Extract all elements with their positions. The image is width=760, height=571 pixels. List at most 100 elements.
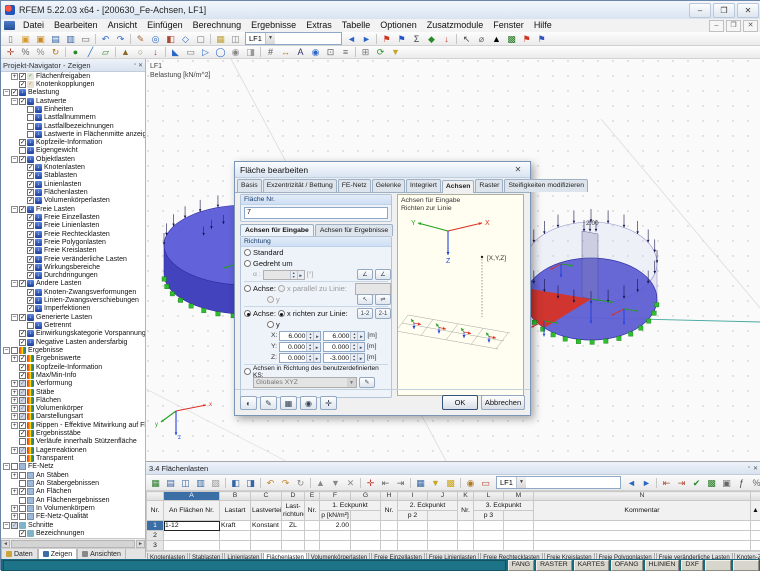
generate-icon[interactable]: ⟳ xyxy=(373,45,388,59)
table-grid-icon[interactable]: ▦ xyxy=(148,476,163,490)
node-load-icon[interactable]: ↓ xyxy=(148,45,163,59)
menu-ergebnisse[interactable]: Ergebnisse xyxy=(246,19,301,32)
comment-button[interactable]: ✎ xyxy=(260,396,277,410)
tree-checkbox[interactable] xyxy=(19,438,26,445)
tree-checkbox[interactable] xyxy=(11,347,18,354)
pin-row-icon[interactable]: ✛ xyxy=(363,476,378,490)
tree-expander-icon[interactable]: − xyxy=(3,522,10,529)
tree-expander-icon[interactable]: + xyxy=(11,405,18,412)
col-letter-G[interactable]: G xyxy=(351,492,381,501)
tree-checkbox[interactable] xyxy=(27,114,34,121)
tree-item[interactable]: An Flächenergebnissen xyxy=(1,496,145,504)
tree-item[interactable]: ✓↓Knotenlasten xyxy=(1,163,145,171)
tree-checkbox[interactable]: ✓ xyxy=(27,239,34,246)
menu-zusatzmodule[interactable]: Zusatzmodule xyxy=(422,19,489,32)
grid-cell[interactable] xyxy=(351,521,381,531)
navigator-toggle-icon[interactable]: ◫ xyxy=(228,32,243,46)
col-header-surfaces[interactable]: An Flächen Nr. xyxy=(164,501,220,521)
tree-item[interactable]: ✓✓Knotenkopplungen xyxy=(1,80,145,88)
tree-item[interactable]: ✓↓Negative Lasten andersfarbig xyxy=(1,338,145,346)
cancel-button[interactable]: Abbrechen xyxy=(481,395,525,410)
tree-checkbox[interactable] xyxy=(19,472,26,479)
col-letter-L[interactable]: L xyxy=(474,492,504,501)
tree-item[interactable]: ↓Lastfallbezeichnungen xyxy=(1,122,145,130)
tree-item[interactable]: ✓↓Knoten-Zwangsverformungen xyxy=(1,288,145,296)
col-letter-M[interactable]: M xyxy=(504,492,534,501)
sum-table-icon[interactable]: ƒ xyxy=(734,476,749,490)
menu-tabelle[interactable]: Tabelle xyxy=(337,19,376,32)
grid-cell[interactable] xyxy=(534,531,751,541)
tree-item[interactable]: ✓↓Einwirkungskategorie Vorspannung xyxy=(1,330,145,338)
close-icon[interactable]: ✕ xyxy=(753,465,758,472)
append-row-icon[interactable]: ⇥ xyxy=(393,476,408,490)
tree-item[interactable]: ✓↓Freie Linienlasten xyxy=(1,222,145,230)
measure-icon[interactable]: ⌀ xyxy=(474,32,489,46)
tree-checkbox[interactable]: ✓ xyxy=(19,314,26,321)
order-12-button[interactable]: 1-2 xyxy=(357,308,373,319)
tree-item[interactable]: +✓Rippen - Effektive Mitwirkung auf Fl xyxy=(1,421,145,429)
tree-checkbox[interactable]: ✓ xyxy=(19,339,26,346)
filter-table-icon[interactable]: ▼ xyxy=(428,476,443,490)
tree-checkbox[interactable] xyxy=(27,131,34,138)
tree-item[interactable]: ✓↓Freie Einzellasten xyxy=(1,213,145,221)
tree-item[interactable]: ↓Einheiten xyxy=(1,105,145,113)
col-left-icon[interactable]: ◧ xyxy=(228,476,243,490)
navigator-horizontal-scrollbar[interactable]: ◄ ► xyxy=(1,539,145,549)
grid-cell[interactable] xyxy=(474,531,504,541)
parallel-line-input[interactable] xyxy=(355,283,391,295)
tree-item[interactable]: −✓↓Objektlasten xyxy=(1,155,145,163)
tree-checkbox[interactable]: ✓ xyxy=(19,413,26,420)
tree-checkbox[interactable]: ✓ xyxy=(27,197,34,204)
tree-checkbox[interactable]: ✓ xyxy=(27,181,34,188)
tree-expander-icon[interactable]: + xyxy=(11,505,18,512)
col-letter-C[interactable]: C xyxy=(251,492,282,501)
tree-expander-icon[interactable]: + xyxy=(11,73,18,80)
block-icon[interactable]: ▭ xyxy=(183,45,198,59)
grid-cell[interactable] xyxy=(220,531,251,541)
row-number[interactable]: 1 xyxy=(147,521,164,531)
tree-checkbox[interactable] xyxy=(19,505,26,512)
grid-cell[interactable] xyxy=(534,521,751,531)
tree-checkbox[interactable]: ✓ xyxy=(19,372,26,379)
prev-load-case-icon[interactable]: ◄ xyxy=(344,32,359,46)
warning-icon[interactable]: ▲ xyxy=(489,32,504,46)
tree-checkbox[interactable]: ✓ xyxy=(27,297,34,304)
grid-corner-cell[interactable] xyxy=(147,492,164,501)
tree-item[interactable]: ↓Getrennt xyxy=(1,321,145,329)
tree-item[interactable]: +An Stäben xyxy=(1,471,145,479)
tree-checkbox[interactable]: ✓ xyxy=(19,364,26,371)
tree-checkbox[interactable]: ✓ xyxy=(19,397,26,404)
table-export-icon[interactable]: ▥ xyxy=(193,476,208,490)
mdi-close-button[interactable]: ✕ xyxy=(743,20,758,32)
scrollbar-thumb[interactable] xyxy=(11,540,135,548)
tree-checkbox[interactable]: ✓ xyxy=(19,156,26,163)
insert-line-icon[interactable]: ╱ xyxy=(83,45,98,59)
menu-bearbeiten[interactable]: Bearbeiten xyxy=(49,19,103,32)
tree-item[interactable]: Transparent xyxy=(1,454,145,462)
col-header-nr2[interactable]: Nr. xyxy=(305,501,320,521)
excel-export-icon[interactable]: ▩ xyxy=(504,32,519,46)
coord-z1-spinner[interactable]: 0.000▲▼► xyxy=(279,353,321,363)
grid-cell[interactable]: 2.00 xyxy=(320,521,351,531)
tree-item[interactable]: −Ergebnisse xyxy=(1,346,145,354)
pin-icon[interactable]: ▫ xyxy=(748,465,750,472)
tree-item[interactable]: −✓↓Belastung xyxy=(1,89,145,97)
status-raster[interactable]: RASTER xyxy=(536,560,572,571)
status-ofang[interactable]: OFANG xyxy=(611,560,643,571)
tree-checkbox[interactable]: ✓ xyxy=(27,256,34,263)
col-letter-B[interactable]: B xyxy=(220,492,251,501)
tree-expander-icon[interactable]: − xyxy=(11,280,18,287)
visibility-icon[interactable]: ◉ xyxy=(308,45,323,59)
grid-cell[interactable] xyxy=(474,541,504,551)
tree-checkbox[interactable]: ✓ xyxy=(19,430,26,437)
grid-cell[interactable] xyxy=(220,541,251,551)
color-scale-icon[interactable]: ▼ xyxy=(388,45,403,59)
tree-expander-icon[interactable]: + xyxy=(11,488,18,495)
details-button[interactable]: ◐ xyxy=(240,396,257,410)
tree-item[interactable]: ✓↓Durchdringungen xyxy=(1,272,145,280)
tree-checkbox[interactable]: ✓ xyxy=(19,81,26,88)
grid-cell[interactable] xyxy=(428,541,458,551)
rotated-radio[interactable] xyxy=(244,260,251,267)
tree-checkbox[interactable]: ✓ xyxy=(19,330,26,337)
user-ks-radio[interactable] xyxy=(244,368,251,375)
